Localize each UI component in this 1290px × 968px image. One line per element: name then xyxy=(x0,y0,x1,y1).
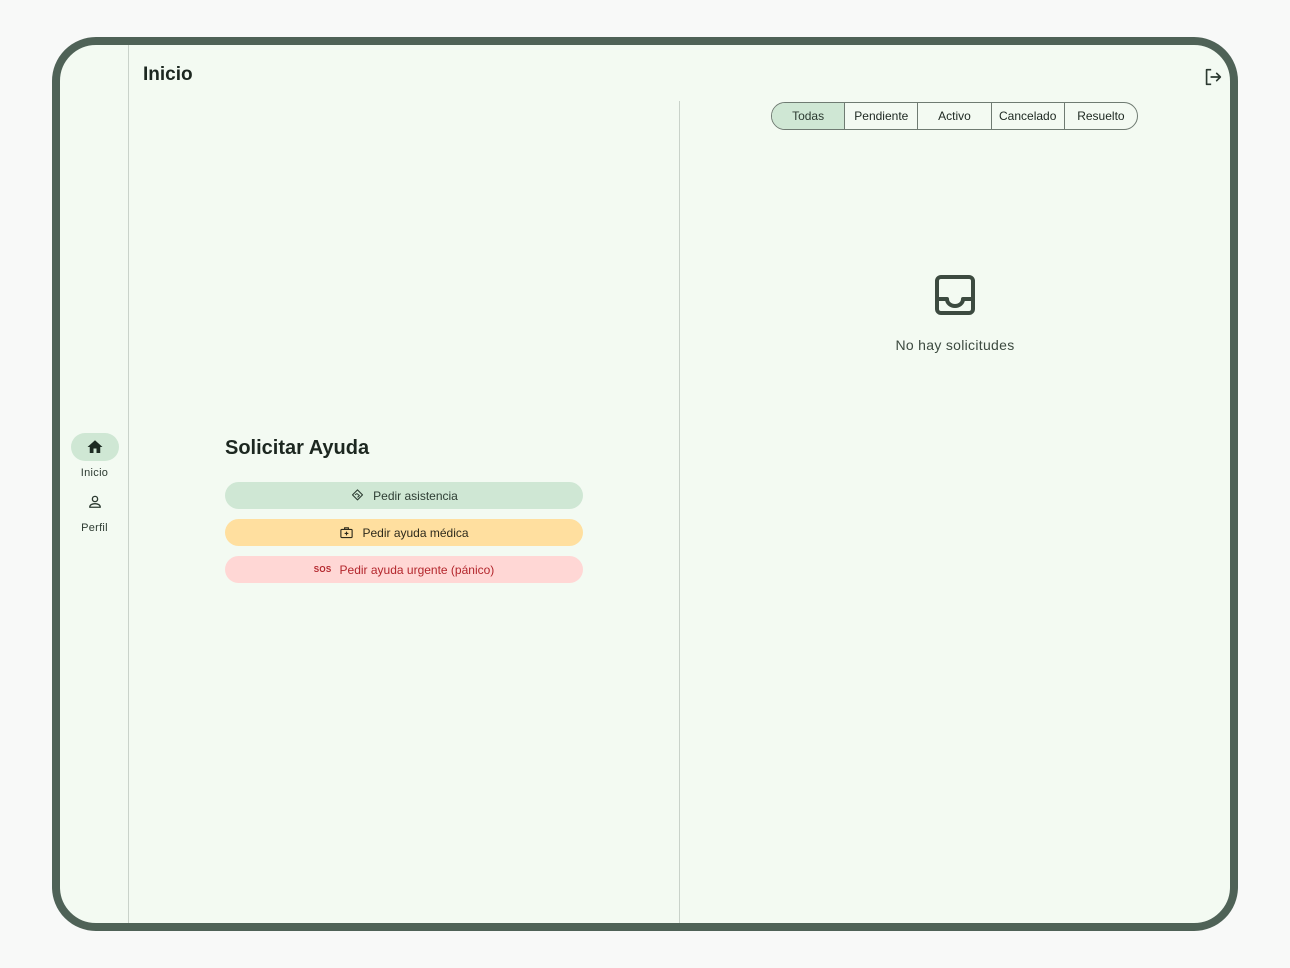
medical-kit-icon xyxy=(340,527,354,539)
logout-button[interactable] xyxy=(1202,66,1224,88)
pane-divider xyxy=(679,101,680,923)
filter-cancelado[interactable]: Cancelado xyxy=(992,103,1065,129)
person-icon xyxy=(88,495,101,508)
filter-todas[interactable]: Todas xyxy=(772,103,846,129)
nav-label: Perfil xyxy=(81,522,108,534)
request-medical-button[interactable]: Pedir ayuda médica xyxy=(225,519,583,546)
app-frame: Inicio Perfil Inicio Solicitar Ayuda Ped… xyxy=(52,37,1238,931)
page-title: Inicio xyxy=(143,64,193,85)
nav-item-inicio[interactable]: Inicio xyxy=(60,433,129,479)
request-help-heading: Solicitar Ayuda xyxy=(225,437,370,459)
nav-indicator xyxy=(71,488,119,516)
handshake-icon xyxy=(352,489,364,501)
empty-state-message: No hay solicitudes xyxy=(895,337,1015,353)
logout-icon xyxy=(1205,68,1222,86)
filter-resuelto[interactable]: Resuelto xyxy=(1065,103,1137,129)
request-assistance-button[interactable]: Pedir asistencia xyxy=(225,482,583,509)
request-medical-label: Pedir ayuda médica xyxy=(362,525,469,540)
filter-pendiente[interactable]: Pendiente xyxy=(845,103,919,129)
request-urgent-button[interactable]: SOS Pedir ayuda urgente (pánico) xyxy=(225,556,583,583)
filter-activo[interactable]: Activo xyxy=(918,103,992,129)
sos-icon: SOS xyxy=(313,565,332,574)
empty-state: No hay solicitudes xyxy=(860,271,1050,353)
nav-item-perfil[interactable]: Perfil xyxy=(60,488,129,534)
nav-indicator xyxy=(70,433,119,461)
status-filter: Todas Pendiente Activo Cancelado Resuelt… xyxy=(771,102,1138,130)
request-urgent-label: Pedir ayuda urgente (pánico) xyxy=(339,562,495,577)
inbox-icon xyxy=(935,275,975,315)
request-help-panel: Solicitar Ayuda Pedir asistencia Pedir a… xyxy=(225,437,583,593)
navigation-rail: Inicio Perfil xyxy=(60,45,129,923)
nav-label: Inicio xyxy=(80,467,109,479)
home-icon xyxy=(87,440,102,453)
request-assistance-label: Pedir asistencia xyxy=(373,488,458,503)
